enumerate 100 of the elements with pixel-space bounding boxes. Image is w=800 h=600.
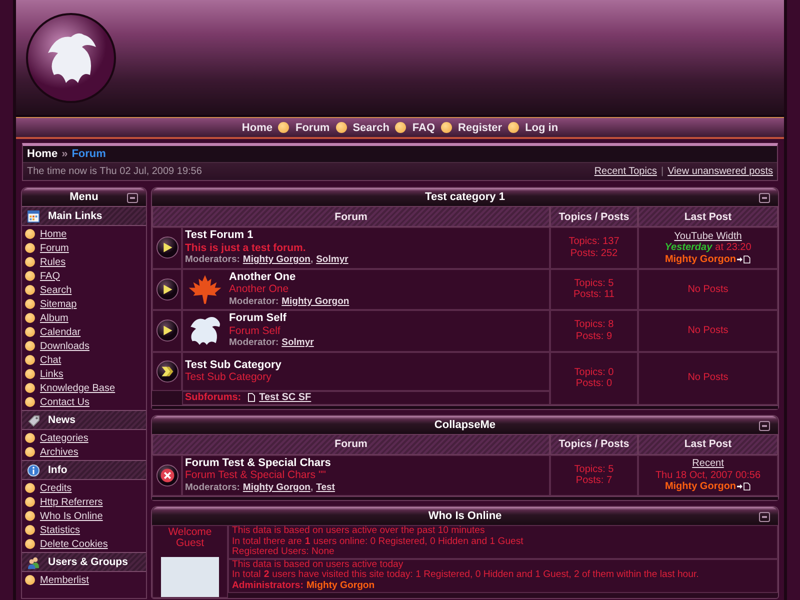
- online-stats-text: In total 2 users have visited this site today: 1 Registered, 0 Hidden and 1 Guest, 2 of them within the last hour.: [232, 570, 700, 581]
- collapse-icon[interactable]: [127, 193, 138, 203]
- menu-link[interactable]: Knowledge Base: [40, 382, 116, 394]
- moderator-link[interactable]: Test: [316, 482, 335, 494]
- column-header: Topics / Posts: [550, 206, 638, 227]
- bullet-icon: [25, 497, 35, 507]
- quick-link[interactable]: View unanswered posts: [668, 166, 773, 177]
- forum-description: Test Sub Category: [185, 371, 272, 384]
- go-to-post-icon[interactable]: [737, 254, 752, 264]
- bullet-icon: [25, 369, 35, 379]
- column-header: Last Post: [638, 434, 778, 454]
- bullet-icon: [25, 285, 35, 295]
- menu-link[interactable]: Categories: [40, 432, 88, 444]
- menu-link[interactable]: Credits: [40, 482, 72, 494]
- menu-link[interactable]: Who Is Online: [40, 510, 103, 522]
- section-title: Info: [48, 464, 68, 476]
- topic-count: Topics: 8: [574, 319, 614, 331]
- post-count: Posts: 0: [576, 378, 612, 390]
- forum-title[interactable]: Another One: [229, 270, 350, 283]
- author-link[interactable]: Mighty Gorgon: [664, 481, 736, 492]
- bullet-icon: [25, 299, 35, 309]
- logo-icon[interactable]: [26, 12, 116, 102]
- collapse-icon[interactable]: [759, 512, 770, 522]
- nav-link[interactable]: Register: [458, 122, 502, 134]
- menu-link[interactable]: FAQ: [40, 270, 60, 282]
- moderator-link[interactable]: Mighty Gorgon: [242, 482, 310, 494]
- menu-link[interactable]: Statistics: [40, 524, 80, 536]
- topic-count: Topics: 137: [568, 236, 620, 248]
- forum-description: Forum Self: [229, 324, 282, 337]
- menu-link[interactable]: Archives: [40, 446, 78, 458]
- online-title: Who Is Online: [428, 510, 502, 522]
- list-separator: ,: [310, 482, 314, 494]
- bullet-icon: [25, 575, 35, 585]
- section-title: Main Links: [48, 210, 102, 222]
- online-stats-text: Registered Users: None: [232, 547, 336, 558]
- column-header: Last Post: [638, 206, 778, 227]
- moderators-label: Moderator:: [229, 337, 279, 350]
- menu-link[interactable]: Rules: [40, 256, 66, 268]
- last-post-time: Yesterday at 23:20: [664, 242, 752, 254]
- column-header: Topics / Posts: [550, 434, 638, 454]
- menu-link[interactable]: Sitemap: [40, 298, 77, 310]
- menu-link[interactable]: Links: [40, 368, 64, 380]
- bullet-icon: [508, 122, 520, 133]
- moderator-link[interactable]: Solmyr: [282, 337, 314, 350]
- forum-title[interactable]: Forum Test & Special Chars: [185, 456, 335, 469]
- topic-count: Topics: 0: [574, 366, 614, 378]
- collapse-icon[interactable]: [759, 420, 770, 430]
- bullet-icon: [25, 327, 35, 337]
- moderator-link[interactable]: Solmyr: [316, 254, 348, 266]
- quick-link[interactable]: Recent Topics: [594, 166, 657, 177]
- forum-title[interactable]: Test Forum 1: [185, 229, 348, 242]
- subforum-link[interactable]: Test SC SF: [259, 392, 312, 404]
- menu-link[interactable]: Search: [40, 284, 72, 296]
- forum-title[interactable]: Test Sub Category: [185, 358, 282, 371]
- administrators-label: Administrators:: [232, 580, 304, 592]
- administrator-link[interactable]: Mighty Gorgon: [306, 580, 375, 592]
- menu-link[interactable]: Http Referrers: [40, 496, 103, 508]
- nav-link[interactable]: Home: [242, 122, 272, 134]
- nav-link[interactable]: Search: [352, 122, 390, 134]
- forum-title[interactable]: Forum Self: [229, 312, 314, 324]
- welcome-text: Welcome Guest: [167, 527, 213, 549]
- author-link[interactable]: Mighty Gorgon: [664, 254, 736, 265]
- menu-link[interactable]: Forum: [40, 242, 69, 254]
- menu-link[interactable]: Chat: [40, 354, 62, 366]
- last-post-link[interactable]: YouTube Width: [674, 230, 742, 242]
- locked-forum-icon: [156, 464, 178, 487]
- forum-description: Forum Test & Special Chars "": [185, 469, 327, 482]
- menu-link[interactable]: Calendar: [40, 326, 81, 338]
- bullet-icon: [25, 447, 35, 457]
- forum-description: This is just a test forum.: [185, 242, 307, 254]
- last-post-link[interactable]: Recent: [692, 458, 724, 470]
- post-count: Posts: 7: [576, 475, 612, 487]
- bullet-icon: [25, 525, 35, 535]
- menu-link[interactable]: Contact Us: [40, 396, 90, 408]
- nav-link[interactable]: FAQ: [412, 122, 436, 134]
- go-to-post-icon[interactable]: [737, 482, 752, 492]
- moderators-label: Moderators:: [185, 254, 240, 266]
- menu-link[interactable]: Memberlist: [40, 574, 89, 586]
- post-count: Posts: 11: [574, 289, 614, 301]
- bullet-icon: [336, 122, 347, 133]
- nav-link[interactable]: Forum: [295, 122, 330, 134]
- bullet-icon: [25, 355, 35, 365]
- breadcrumb-current[interactable]: Forum: [72, 148, 106, 160]
- online-stats-text: In total there are 1 users online: 0 Registered, 0 Hidden and 1 Guest: [232, 536, 524, 547]
- online-stats-text: This data is based on users active today: [232, 560, 404, 570]
- breadcrumb-link[interactable]: Home: [27, 148, 58, 160]
- category-title[interactable]: CollapseMe: [434, 418, 496, 430]
- column-header: Forum: [152, 434, 550, 454]
- menu-link[interactable]: Downloads: [40, 340, 90, 352]
- moderator-link[interactable]: Mighty Gorgon: [282, 296, 350, 308]
- menu-link[interactable]: Album: [40, 312, 68, 324]
- info-icon: [27, 464, 40, 476]
- no-posts-text: No Posts: [688, 325, 728, 336]
- menu-link[interactable]: Delete Cookies: [40, 538, 108, 550]
- category-title[interactable]: Test category 1: [425, 191, 505, 203]
- collapse-icon[interactable]: [759, 193, 770, 203]
- menu-link[interactable]: Home: [40, 228, 67, 240]
- moderator-link[interactable]: Mighty Gorgon: [242, 254, 310, 266]
- section-title: Users & Groups: [48, 556, 128, 568]
- nav-link[interactable]: Log in: [525, 122, 558, 134]
